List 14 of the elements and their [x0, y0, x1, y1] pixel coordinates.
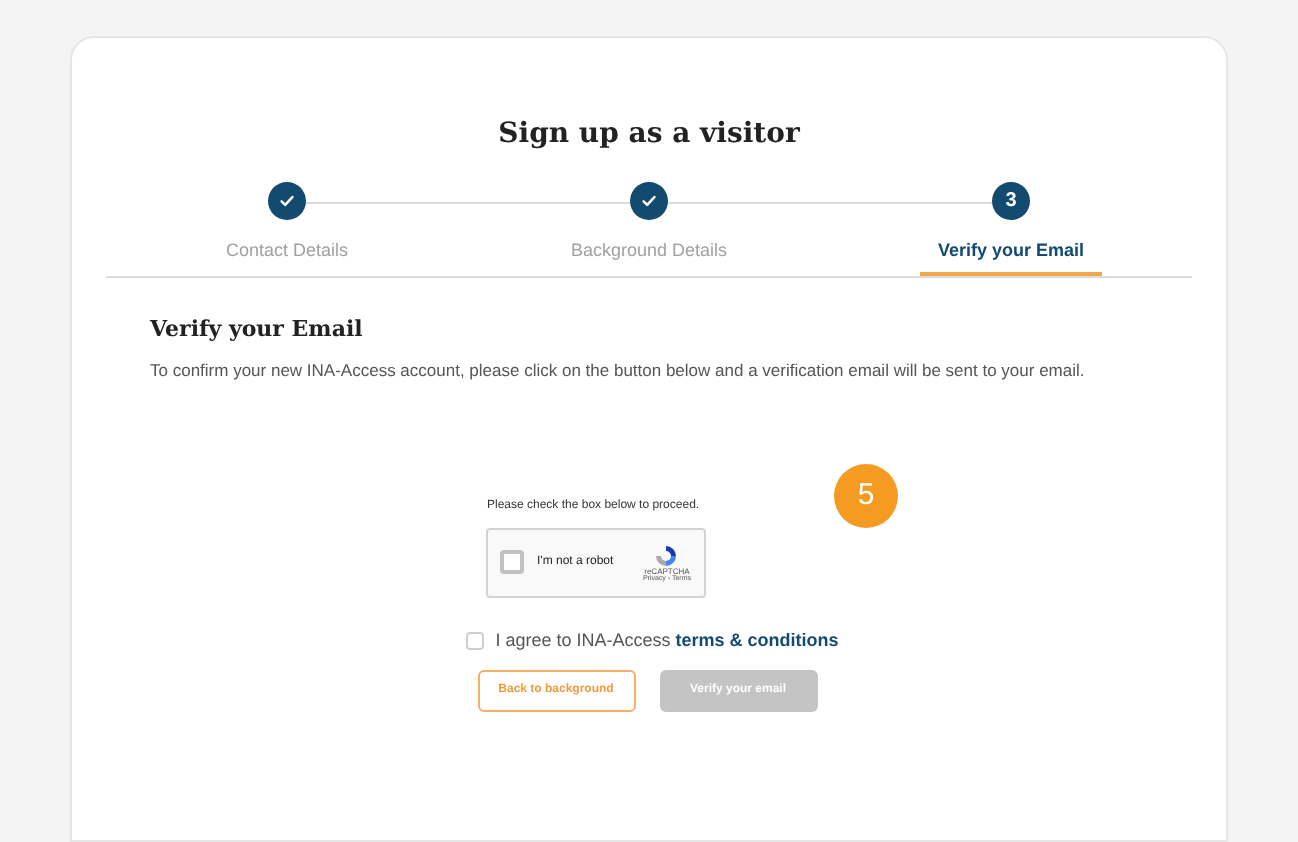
step-tab[interactable]: Contact Details [207, 238, 367, 275]
section-heading: Verify your Email [150, 313, 365, 345]
check-icon [640, 192, 658, 210]
terms-text: I agree to INA-Access terms & conditions [495, 627, 839, 654]
page-title: Sign up as a visitor [496, 116, 802, 154]
terms-link[interactable]: terms & conditions [675, 629, 839, 650]
terms-checkbox[interactable] [465, 632, 484, 650]
check-icon [278, 192, 296, 210]
step-tab[interactable]: Verify your Email [919, 238, 1103, 275]
step-badge: 5 [834, 464, 898, 528]
section-text: To confirm your new INA-Access account, please click on the button below and a verification email will be sent to your email. [150, 358, 1087, 384]
recaptcha-logo-icon [654, 543, 679, 567]
step-tab[interactable]: Background Details [552, 238, 746, 275]
captcha-checkbox[interactable] [499, 550, 523, 575]
